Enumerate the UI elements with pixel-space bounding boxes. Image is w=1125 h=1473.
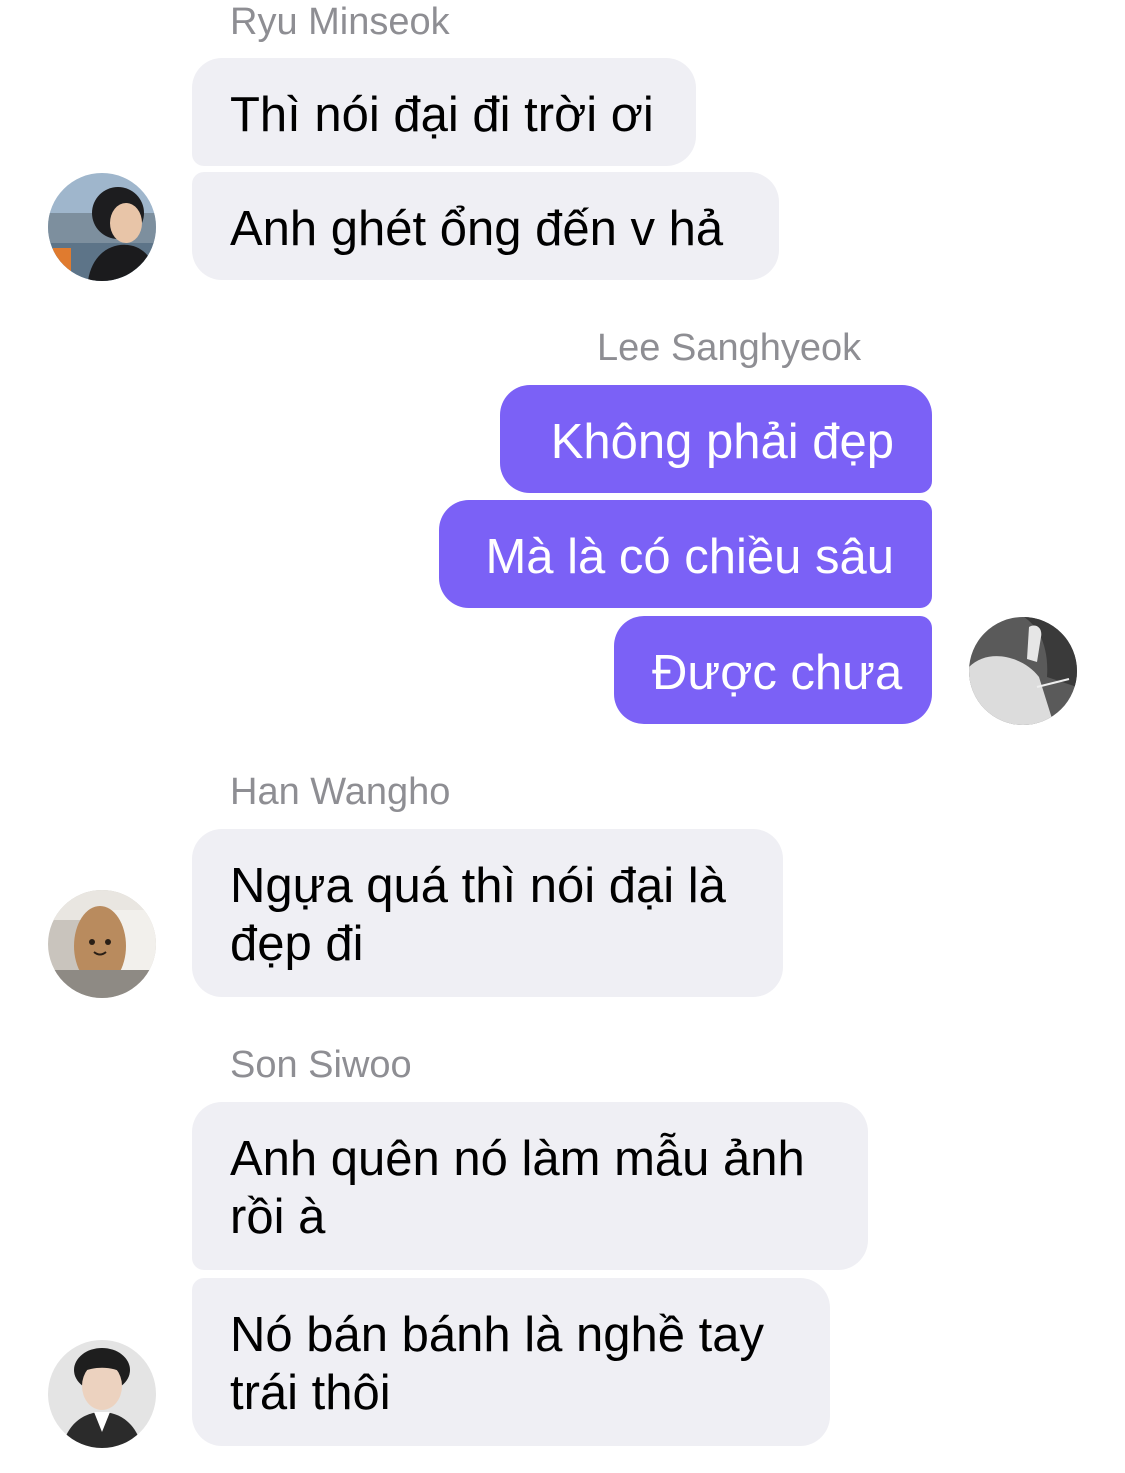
user-photo-icon bbox=[969, 617, 1077, 725]
user-photo-icon bbox=[48, 173, 156, 281]
message-bubble[interactable]: Được chưa bbox=[614, 616, 932, 724]
avatar[interactable] bbox=[48, 1340, 156, 1448]
message-bubble[interactable]: Không phải đẹp bbox=[500, 385, 932, 493]
avatar[interactable] bbox=[48, 890, 156, 998]
avatar[interactable] bbox=[969, 617, 1077, 725]
message-bubble[interactable]: Thì nói đại đi trời ơi bbox=[192, 58, 696, 166]
message-bubble[interactable]: Ngựa quá thì nói đại là đẹp đi bbox=[192, 829, 783, 997]
message-bubble[interactable]: Mà là có chiều sâu bbox=[439, 500, 932, 608]
sender-name: Son Siwoo bbox=[230, 1044, 412, 1086]
sender-name: Ryu Minseok bbox=[230, 1, 450, 43]
avatar[interactable] bbox=[48, 173, 156, 281]
message-bubble[interactable]: Anh quên nó làm mẫu ảnh rồi à bbox=[192, 1102, 868, 1270]
user-photo-icon bbox=[48, 890, 156, 998]
message-bubble[interactable]: Nó bán bánh là nghề tay trái thôi bbox=[192, 1278, 830, 1446]
message-bubble[interactable]: Anh ghét ổng đến v hả bbox=[192, 172, 779, 280]
user-photo-icon bbox=[48, 1340, 156, 1448]
sender-name: Lee Sanghyeok bbox=[597, 327, 862, 369]
sender-name: Han Wangho bbox=[230, 771, 451, 813]
